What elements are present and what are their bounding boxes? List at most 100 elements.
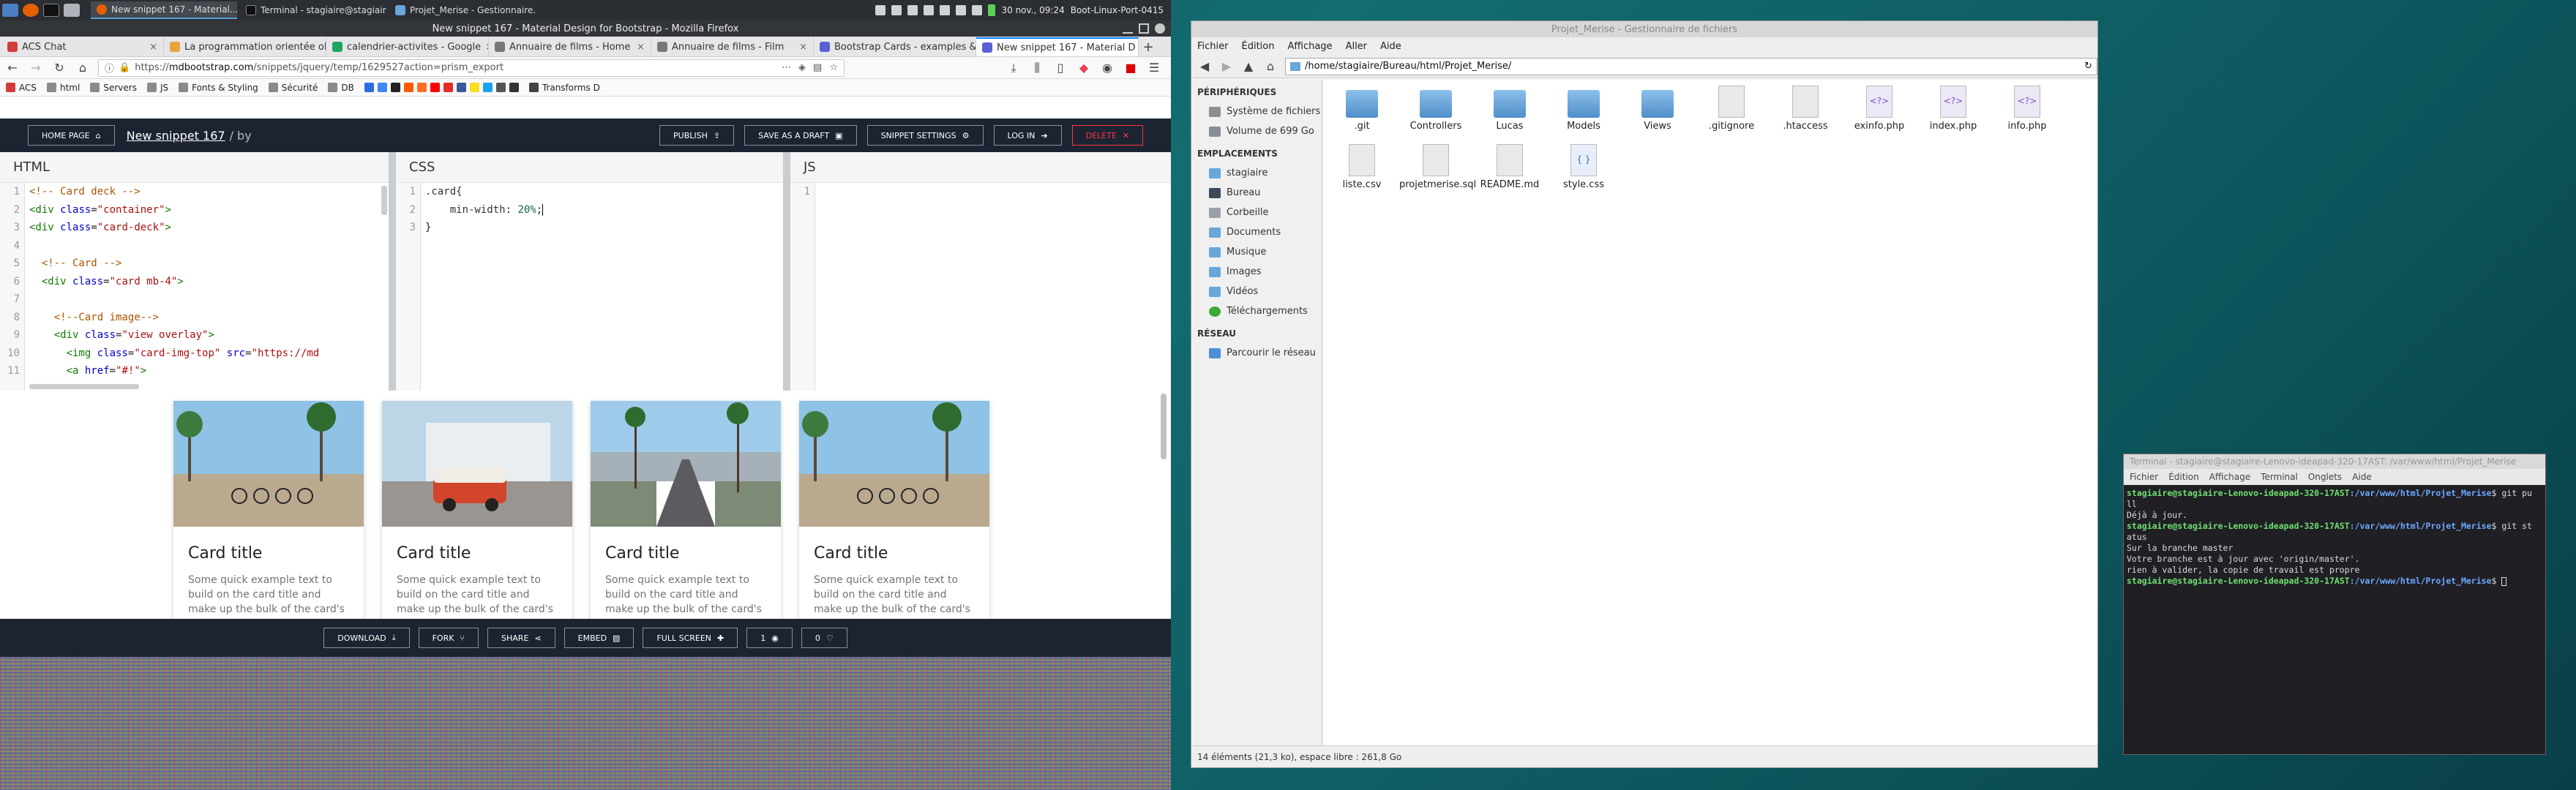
maximize-icon[interactable]: [1139, 23, 1149, 34]
tab-close-icon[interactable]: ×: [799, 42, 807, 53]
mail-icon[interactable]: [891, 5, 902, 15]
download-button[interactable]: DOWNLOAD ⤓: [323, 628, 410, 648]
tab-close-icon[interactable]: ×: [149, 42, 157, 53]
snippet-title[interactable]: New snippet 167: [127, 129, 225, 143]
html-code[interactable]: <!-- Card deck --> <div class="container…: [29, 183, 389, 380]
volume-icon[interactable]: [940, 5, 951, 15]
fullscreen-button[interactable]: FULL SCREEN ✚: [643, 628, 738, 648]
bookmark-transforms[interactable]: Transforms D: [528, 83, 600, 93]
sidebar-item-music[interactable]: Musique: [1191, 242, 1322, 262]
file-item[interactable]: .git: [1325, 86, 1399, 132]
sidebar-icon[interactable]: ▯: [1052, 60, 1068, 76]
share-button[interactable]: SHARE ⋖: [487, 628, 555, 648]
twitter-icon[interactable]: [482, 83, 493, 92]
page-actions-icon[interactable]: ⋯: [782, 62, 791, 73]
home-icon[interactable]: ⌂: [1263, 59, 1278, 75]
menu-aller[interactable]: Aller: [1346, 41, 1367, 52]
whisker-menu-icon[interactable]: [2, 4, 18, 17]
bookmark-html[interactable]: html: [47, 83, 80, 93]
gitlab-icon[interactable]: [416, 83, 427, 92]
favicon-icon[interactable]: [364, 83, 374, 92]
bookmark-db[interactable]: DB: [328, 83, 354, 93]
facebook-icon[interactable]: [456, 83, 466, 92]
html-hscrollbar[interactable]: [29, 384, 139, 389]
sidebar-item-documents[interactable]: Documents: [1191, 222, 1322, 242]
updates-icon[interactable]: [924, 5, 935, 15]
favicon-icon[interactable]: [509, 83, 519, 92]
download-icon[interactable]: ⤓: [1006, 60, 1022, 76]
back-icon[interactable]: ←: [4, 60, 20, 76]
tab-annuaire-home[interactable]: Annuaire de films - Home ×: [489, 37, 651, 56]
youtube-icon[interactable]: [430, 83, 440, 92]
sidebar-item-home[interactable]: stagiaire: [1191, 163, 1322, 183]
file-item[interactable]: <?> exinfo.php: [1843, 86, 1916, 132]
js-editor[interactable]: 1: [790, 183, 1171, 391]
embed-button[interactable]: EMBED ▨: [564, 628, 634, 648]
favicon-icon[interactable]: [443, 83, 453, 92]
login-button[interactable]: LOG IN ➔: [993, 125, 1062, 146]
menu-affichage[interactable]: Affichage: [2209, 472, 2250, 482]
menu-aide[interactable]: Aide: [2352, 472, 2372, 482]
bluetooth-icon[interactable]: [907, 5, 918, 15]
tab-new-snippet[interactable]: New snippet 167 - Material D×: [976, 37, 1139, 56]
menu-fichier[interactable]: Fichier: [2130, 472, 2158, 482]
home-page-button[interactable]: HOME PAGE ⌂: [28, 125, 115, 146]
back-icon[interactable]: ◀: [1197, 59, 1212, 75]
location-bar[interactable]: /home/stagiaire/Bureau/html/Projet_Meris…: [1285, 57, 2097, 75]
file-item[interactable]: .gitignore: [1695, 86, 1768, 132]
sidebar-item-videos[interactable]: Vidéos: [1191, 282, 1322, 301]
file-item[interactable]: Views: [1621, 86, 1694, 132]
card-image[interactable]: [799, 401, 989, 527]
url-bar[interactable]: ⓘ 🔒 https://mdbootstrap.com/snippets/jqu…: [98, 59, 845, 77]
like-button[interactable]: 0 ♡: [801, 628, 847, 648]
google-icon[interactable]: [377, 83, 387, 92]
close-icon[interactable]: [1155, 23, 1165, 34]
css-code[interactable]: .card{ min-width: 20%; }: [425, 183, 783, 237]
sidebar-item-volume[interactable]: Volume de 699 Go: [1191, 121, 1322, 141]
preview-scrollbar[interactable]: [1161, 394, 1167, 459]
file-item[interactable]: <?> index.php: [1917, 86, 1990, 132]
network-icon[interactable]: [875, 5, 886, 15]
firefox-launcher-icon[interactable]: [23, 4, 39, 17]
clock[interactable]: 30 nov., 09:24: [1001, 5, 1064, 15]
new-tab-button[interactable]: +: [1139, 37, 1158, 56]
pocket-toolbar-icon[interactable]: ◆: [1076, 60, 1092, 76]
tab-calendrier[interactable]: calendrier-activites - Google×: [326, 37, 489, 56]
terminal-launcher-icon[interactable]: [43, 4, 59, 17]
wifi-icon[interactable]: [956, 5, 967, 15]
sidebar-item-pictures[interactable]: Images: [1191, 262, 1322, 282]
files-launcher-icon[interactable]: [64, 4, 80, 17]
favicon-icon[interactable]: [495, 83, 506, 92]
tab-bootstrap-cards[interactable]: Bootstrap Cards - examples &×: [814, 37, 976, 56]
forward-icon[interactable]: →: [28, 60, 44, 76]
extension-red-icon[interactable]: ■: [1123, 60, 1139, 76]
reader-icon[interactable]: ▤: [813, 62, 822, 73]
bookmark-js[interactable]: JS: [146, 83, 168, 93]
github-icon[interactable]: [390, 83, 400, 92]
js-icon[interactable]: [469, 83, 479, 92]
battery-icon[interactable]: [988, 4, 996, 16]
sidebar-item-desktop[interactable]: Bureau: [1191, 183, 1322, 203]
bookmark-star-icon[interactable]: ☆: [829, 62, 838, 73]
extension-icon[interactable]: ◉: [1099, 60, 1115, 76]
tab-annuaire-film[interactable]: Annuaire de films - Film ×: [651, 37, 814, 56]
sidebar-item-filesystem[interactable]: Système de fichiers: [1191, 102, 1322, 121]
taskbar-files[interactable]: Projet_Merise - Gestionnaire...: [389, 1, 536, 19]
card-image[interactable]: [382, 401, 572, 527]
menu-icon[interactable]: ☰: [1146, 60, 1162, 76]
html-scrollbar[interactable]: [381, 186, 387, 215]
menu-affichage[interactable]: Affichage: [1287, 41, 1332, 52]
bookmark-fonts[interactable]: Fonts & Styling: [179, 83, 258, 93]
file-item[interactable]: Controllers: [1399, 86, 1472, 132]
home-icon[interactable]: ⌂: [75, 60, 91, 76]
file-item[interactable]: { } style.css: [1547, 144, 1620, 190]
terminal-output[interactable]: stagiaire@stagiaire-Lenovo-ideapad-320-1…: [2124, 485, 2545, 590]
sidebar-item-network[interactable]: Parcourir le réseau: [1191, 343, 1322, 363]
html-editor[interactable]: 1 2 3 4 5 6 7 8 9 10 11 <!-- Card deck --> <div cl…: [0, 183, 389, 391]
file-item[interactable]: <?> info.php: [1991, 86, 2064, 132]
file-item[interactable]: liste.csv: [1325, 144, 1399, 190]
file-item[interactable]: Models: [1547, 86, 1620, 132]
bookmark-acs[interactable]: ACS: [6, 83, 37, 93]
file-item[interactable]: projetmerise.sql: [1399, 144, 1476, 190]
menu-edition[interactable]: Édition: [1242, 41, 1275, 52]
